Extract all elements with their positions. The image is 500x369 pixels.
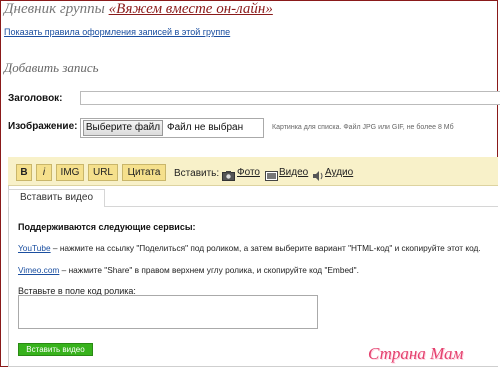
title-label: Заголовок: [8, 93, 63, 104]
img-button[interactable]: IMG [56, 164, 84, 181]
file-status: Файл не выбран [167, 122, 244, 133]
url-button[interactable]: URL [88, 164, 118, 181]
vimeo-text: – нажмите "Share" в правом верхнем углу … [59, 265, 359, 275]
file-input[interactable]: Выберите файл Файл не выбран [80, 118, 264, 138]
image-hint: Картинка для списка. Файл JPG или GIF, н… [272, 124, 454, 131]
vimeo-link[interactable]: Vimeo.com [18, 265, 59, 275]
youtube-text: – нажмите на ссылку "Поделиться" под рол… [50, 243, 481, 253]
quote-button[interactable]: Цитата [122, 164, 166, 181]
video-icon [265, 168, 278, 186]
add-entry-heading: Добавить запись [4, 60, 99, 75]
page-title: Дневник группы «Вяжем вместе он-лайн» [4, 1, 273, 18]
insert-audio-link[interactable]: Аудио [325, 167, 353, 178]
choose-file-button[interactable]: Выберите файл [83, 120, 163, 136]
insert-video-link[interactable]: Видео [279, 167, 308, 178]
youtube-link[interactable]: YouTube [18, 243, 51, 253]
bold-button[interactable]: B [16, 164, 32, 181]
group-name-link[interactable]: «Вяжем вместе он-лайн» [109, 1, 273, 17]
youtube-instruction: YouTube – нажмите на ссылку "Поделиться"… [18, 243, 481, 253]
title-input[interactable] [80, 91, 500, 105]
italic-button[interactable]: i [36, 164, 52, 181]
services-title: Поддерживаются следующие сервисы: [18, 222, 196, 232]
tab-insert-video[interactable]: Вставить видео [8, 189, 105, 207]
photo-icon [222, 168, 235, 186]
video-code-textarea[interactable] [18, 295, 318, 329]
insert-video-button[interactable]: Вставить видео [18, 343, 93, 356]
title-prefix: Дневник группы [4, 1, 109, 17]
image-label: Изображение: [8, 121, 78, 132]
watermark-logo: Страна Мам [368, 344, 464, 363]
insert-label: Вставить: [174, 168, 220, 179]
insert-photo-link[interactable]: Фото [237, 167, 260, 178]
audio-icon [313, 168, 324, 186]
rules-link[interactable]: Показать правила оформления записей в эт… [4, 27, 230, 37]
vimeo-instruction: Vimeo.com – нажмите "Share" в правом вер… [18, 265, 359, 275]
